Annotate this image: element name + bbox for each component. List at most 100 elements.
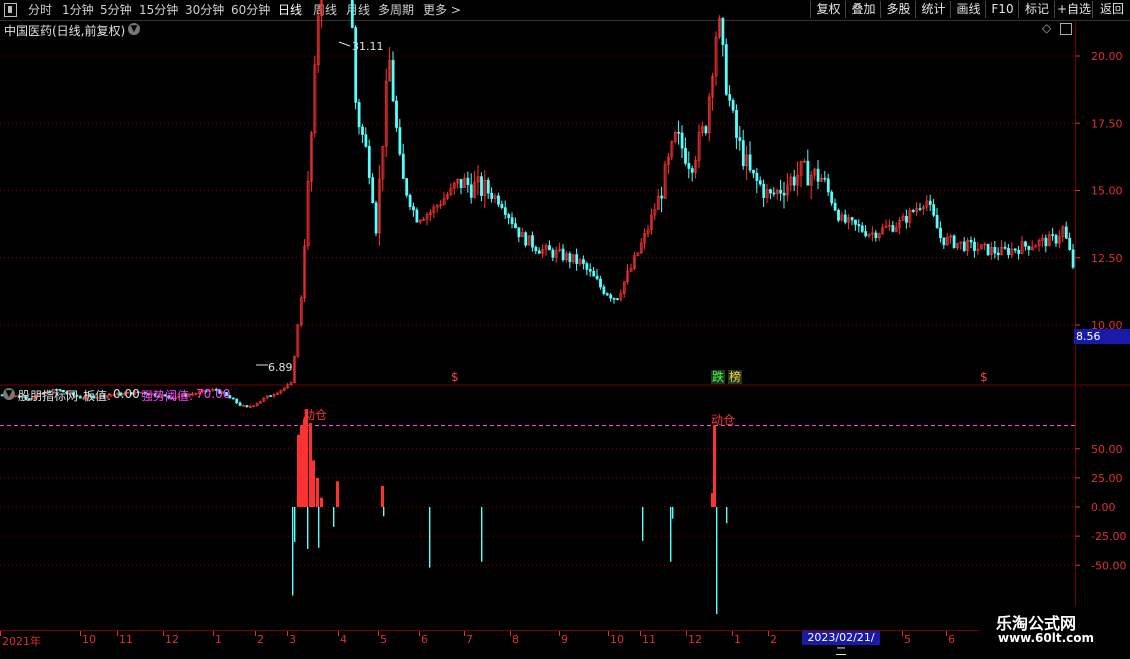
chevron-down-icon[interactable]: ▼ xyxy=(3,388,15,400)
candle-body xyxy=(758,180,762,185)
board-value: 0.00 xyxy=(113,387,140,401)
candle-body xyxy=(986,243,990,256)
candle-body xyxy=(837,209,840,221)
candle-body xyxy=(551,249,555,258)
indicator-bar xyxy=(309,423,312,507)
date-tick-label: 9 xyxy=(561,633,568,646)
candle-body xyxy=(731,100,735,111)
candle-body xyxy=(517,227,521,238)
candle-body xyxy=(724,44,728,95)
candle-body xyxy=(830,191,834,204)
candle-body xyxy=(752,169,755,174)
candle-body xyxy=(354,27,358,103)
candle-body xyxy=(772,192,776,195)
candle-body xyxy=(371,177,375,204)
candle-body xyxy=(585,263,589,270)
candle-body xyxy=(507,214,511,218)
indicator-bar xyxy=(713,425,716,507)
date-tick xyxy=(213,631,214,636)
candle-body xyxy=(864,231,868,237)
indicator-bar xyxy=(316,477,319,507)
candle-body xyxy=(762,183,766,198)
candle-body xyxy=(1044,237,1048,247)
date-tick xyxy=(419,631,420,636)
date-tick-label: 4 xyxy=(340,633,347,646)
candle-body xyxy=(599,278,602,288)
candle-body xyxy=(466,177,470,185)
candle-body xyxy=(833,202,837,211)
high-pointer xyxy=(338,41,351,47)
threshold-value: 70.00 xyxy=(196,387,231,401)
event-marker: 榜 xyxy=(729,369,741,384)
candle-body xyxy=(361,126,364,135)
candle-body xyxy=(826,178,830,193)
candle-body xyxy=(510,217,514,224)
candle-body xyxy=(918,208,922,210)
candle-body xyxy=(1051,234,1055,236)
candle-body xyxy=(497,195,500,205)
candle-body xyxy=(412,206,415,211)
cursor-date-badge: 2023/02/21/二 xyxy=(802,631,880,658)
candle-body xyxy=(690,168,694,173)
candle-body xyxy=(364,134,368,147)
indicator-tick-label: 0.00 xyxy=(1091,501,1116,514)
candle-body xyxy=(367,146,371,178)
indicator-bar xyxy=(726,507,728,524)
candle-body xyxy=(537,250,541,254)
candle-body xyxy=(911,210,915,212)
candle-body xyxy=(1071,249,1075,268)
date-tick xyxy=(686,631,687,636)
candle-body xyxy=(531,235,534,248)
candle-body xyxy=(235,398,239,404)
event-marker: $ xyxy=(980,370,988,384)
candle-body xyxy=(391,60,395,102)
date-tick xyxy=(732,631,733,636)
candle-body xyxy=(738,137,742,141)
date-tick xyxy=(378,631,379,636)
event-marker: 跌 xyxy=(712,369,724,384)
candle-body xyxy=(469,184,473,198)
candle-body xyxy=(245,405,249,408)
candle-body xyxy=(928,200,932,205)
date-tick xyxy=(117,631,118,636)
date-tick-label: 8 xyxy=(512,633,519,646)
candle-body xyxy=(408,194,412,207)
date-tick xyxy=(0,631,1,636)
candlestick-chart[interactable]: 30.0027.5025.0022.5020.0017.5015.0012.50… xyxy=(0,0,1130,650)
candle-body xyxy=(602,286,606,294)
candle-body xyxy=(503,207,507,215)
candle-body xyxy=(850,217,854,221)
candle-body xyxy=(769,189,772,194)
date-tick-label: 1 xyxy=(215,633,222,646)
board-label: 板值: xyxy=(83,389,112,403)
date-tick-label: 11 xyxy=(119,633,133,646)
candle-body xyxy=(592,270,596,277)
candle-body xyxy=(806,160,810,186)
date-tick xyxy=(902,631,903,636)
candle-body xyxy=(568,253,572,262)
indicator-bar xyxy=(383,507,385,517)
candle-body xyxy=(500,204,504,208)
candle-body xyxy=(588,269,592,272)
high-label: 31.11 xyxy=(352,40,384,53)
indicator-bar xyxy=(672,507,674,519)
indicator-bar xyxy=(336,481,339,507)
candle-body xyxy=(704,126,708,134)
candle-body xyxy=(1003,246,1007,249)
candle-body xyxy=(357,102,361,128)
event-marker: $ xyxy=(451,370,459,384)
candle-body xyxy=(952,235,956,248)
candle-body xyxy=(996,252,1000,256)
candle-body xyxy=(1024,241,1027,247)
date-axis: 2021年 10 11 12 1 2 3 4 5 6 7 8 9 10 11 12 1 2 5 6 xyxy=(0,630,1130,651)
indicator-bar xyxy=(642,507,644,541)
indicator-bar xyxy=(381,486,384,507)
candle-body xyxy=(459,178,463,188)
date-tick-label: 1 xyxy=(734,633,741,646)
candle-body xyxy=(1068,237,1072,251)
date-tick-label: 10 xyxy=(610,633,624,646)
candle-body xyxy=(779,189,783,194)
date-tick xyxy=(80,631,81,636)
indicator-bar xyxy=(333,507,335,527)
indicator-bar xyxy=(307,507,309,549)
